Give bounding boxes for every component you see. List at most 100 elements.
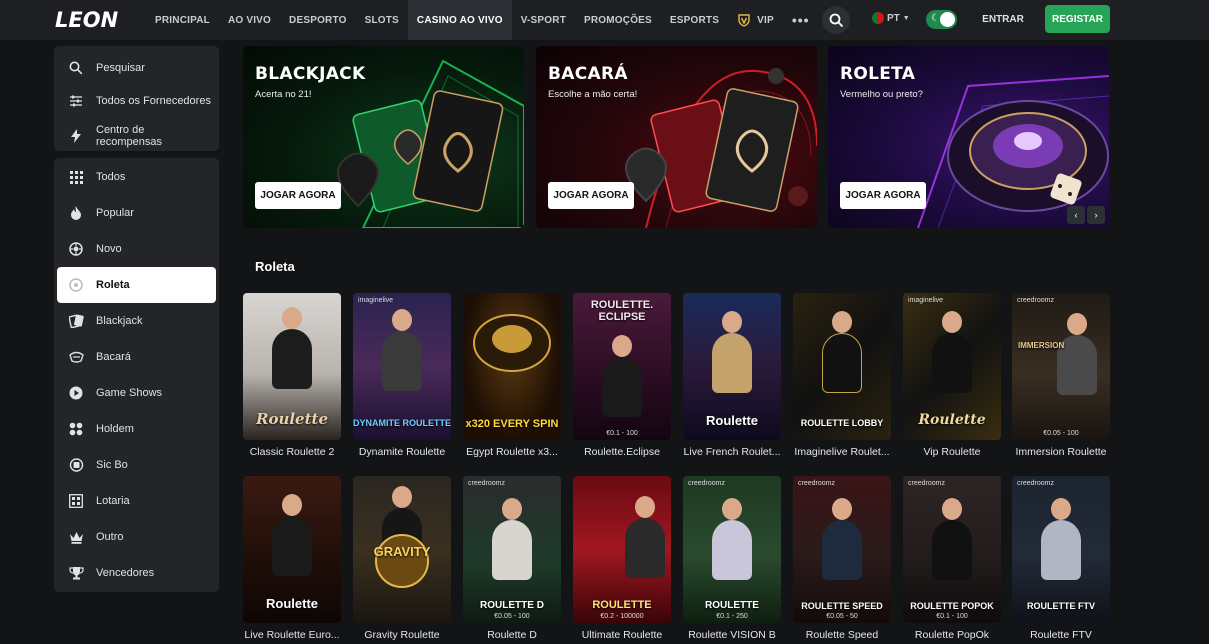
chevron-left-icon[interactable]: ‹ [1067,206,1085,224]
sidebar-item-label: Novo [96,243,122,255]
play-now-button[interactable]: JOGAR AGORA [255,182,341,209]
login-button[interactable]: ENTRAR [978,6,1028,33]
game-tile[interactable]: creedroomz ROULETTE POPOK €0.1 - 100 Rou… [903,476,1001,641]
banner-bacara[interactable]: BACARÁ Escolhe a mão certa! JOGAR AGORA [536,46,817,228]
dealer-figure [272,329,312,389]
sidebar-categories: Todos Popular Novo Roleta Blackjack Baca… [54,158,219,592]
nav-ao-vivo[interactable]: AO VIVO [219,0,280,40]
sidebar-item-game-shows[interactable]: Game Shows [54,375,219,411]
game-thumbnail: Roulette [243,293,341,440]
provider-label: imaginelive [358,297,394,304]
sidebar-item-providers[interactable]: Todos os Fornecedores [54,84,219,117]
nav-principal[interactable]: PRINCIPAL [146,0,219,40]
game-tile[interactable]: creedroomz ROULETTE SPEED €0.05 - 50 Rou… [793,476,891,641]
game-logo-text: ROULETTE [705,600,759,611]
grid-icon [68,169,84,185]
sidebar-item-bacara[interactable]: Bacará [54,339,219,375]
game-thumbnail: ROULETTE LOBBY [793,293,891,440]
game-logo-text: ROULETTE. ECLIPSE [590,299,654,323]
sidebar-item-label: Outro [96,531,124,543]
sidebar-item-rewards[interactable]: Centro de recompensas [54,117,219,155]
game-tile[interactable]: creedroomz ROULETTE €0.1 - 250 Roulette … [683,476,781,641]
game-name: Roulette PopOk [914,629,990,641]
game-logo-text: GRAVITY [373,544,431,559]
sidebar-tools: Pesquisar Todos os Fornecedores Centro d… [54,46,219,151]
play-icon [68,385,84,401]
roulette-wheel-illustration [375,534,429,588]
sidebar-item-popular[interactable]: Popular [54,195,219,231]
game-tile[interactable]: ROULETTE €0.2 - 100000 Ultimate Roulette [573,476,671,641]
roulette-icon [68,277,84,293]
game-tile[interactable]: creedroomz ROULETTE FTV Roulette FTV [1012,476,1110,641]
game-tile[interactable]: Roulette Live French Roulet... [683,293,781,458]
provider-label: creedroomz [908,480,945,487]
game-thumbnail: GRAVITY [353,476,451,623]
dealer-figure [712,333,752,393]
game-name: Live Roulette Euro... [244,629,340,641]
dealer-figure [272,516,312,576]
dealer-figure [822,520,862,580]
dealer-figure [635,496,655,518]
sidebar-item-blackjack[interactable]: Blackjack [54,303,219,339]
nav-desporto[interactable]: DESPORTO [280,0,356,40]
play-now-button[interactable]: JOGAR AGORA [548,182,634,209]
dealer-figure [282,494,302,516]
game-name: Gravity Roulette [364,629,440,641]
sidebar-item-lotaria[interactable]: Lotaria [54,483,219,519]
game-tile[interactable]: imaginelive DYNAMITE ROULETTE Dynamite R… [353,293,451,458]
game-tile[interactable]: creedroomz ROULETTE D €0.05 - 100 Roulet… [463,476,561,641]
sidebar-item-sic-bo[interactable]: Sic Bo [54,447,219,483]
sidebar-item-todos[interactable]: Todos [54,159,219,195]
sidebar-item-holdem[interactable]: Holdem [54,411,219,447]
nav-esports[interactable]: ESPORTS [661,0,728,40]
search-icon [68,60,84,76]
sidebar-item-novo[interactable]: Novo [54,231,219,267]
game-tile[interactable]: creedroomz IMMERSION €0.05 - 100 Immersi… [1012,293,1110,458]
banner-blackjack[interactable]: BLACKJACK Acerta no 21! JOGAR AGORA [243,46,524,228]
nav-slots[interactable]: SLOTS [356,0,408,40]
game-thumbnail: creedroomz ROULETTE SPEED €0.05 - 50 [793,476,891,623]
nav-v-sport[interactable]: V-SPORT [512,0,575,40]
nav-casino-ao-vivo[interactable]: CASINO AO VIVO [407,0,512,40]
language-selector[interactable]: PT ▼ [872,12,910,24]
moon-icon: ☾ [931,13,940,24]
sidebar-item-search[interactable]: Pesquisar [54,51,219,84]
game-logo-text: ROULETTE LOBBY [800,418,884,428]
game-tile[interactable]: ROULETTE. ECLIPSE €0.1 - 100 Roulette.Ec… [573,293,671,458]
theme-toggle[interactable]: ☾ [926,10,957,29]
chevron-down-icon: ▼ [902,14,910,22]
sidebar-item-vencedores[interactable]: Vencedores [54,555,219,591]
game-thumbnail: creedroomz ROULETTE FTV [1012,476,1110,623]
game-tile[interactable]: ROULETTE LOBBY Imaginelive Roulet... [793,293,891,458]
nav-vip[interactable]: VIP [728,0,783,40]
game-tile[interactable]: Roulette Live Roulette Euro... [243,476,341,641]
sidebar-item-label: Todos os Fornecedores [96,94,211,107]
dealer-figure [602,357,642,417]
dealer-figure [392,486,412,508]
nav-promocoes[interactable]: PROMOÇÕES [575,0,661,40]
game-name: Classic Roulette 2 [249,446,335,458]
more-menu-icon[interactable]: ••• [783,0,819,40]
dealer-figure [282,307,302,329]
bet-limit: €0.1 - 250 [716,613,748,620]
lottery-icon [68,493,84,509]
game-tile[interactable]: GRAVITY Gravity Roulette [353,476,451,641]
game-logo-text: DYNAMITE ROULETTE [353,418,451,428]
sidebar-item-label: Pesquisar [96,61,145,74]
register-button[interactable]: REGISTAR [1045,5,1110,33]
portugal-flag-icon [872,12,884,24]
chevron-right-icon[interactable]: › [1087,206,1105,224]
language-code: PT [887,12,900,24]
game-tile[interactable]: Roulette Classic Roulette 2 [243,293,341,458]
leon-logo[interactable]: LEON [55,8,118,32]
game-name: Roulette VISION B [688,629,776,641]
section-title: Roleta [255,259,295,274]
play-now-button[interactable]: JOGAR AGORA [840,182,926,209]
game-name: Roulette FTV [1030,629,1092,641]
sidebar-item-outro[interactable]: Outro [54,519,219,555]
banner-roleta[interactable]: ROLETA Vermelho ou preto? JOGAR AGORA ‹ … [828,46,1109,228]
game-tile[interactable]: imaginelive Roulette Vip Roulette [903,293,1001,458]
game-tile[interactable]: x320 EVERY SPIN Egypt Roulette x3... [463,293,561,458]
sidebar-item-roleta[interactable]: Roleta [57,267,216,303]
search-button[interactable] [822,6,850,34]
